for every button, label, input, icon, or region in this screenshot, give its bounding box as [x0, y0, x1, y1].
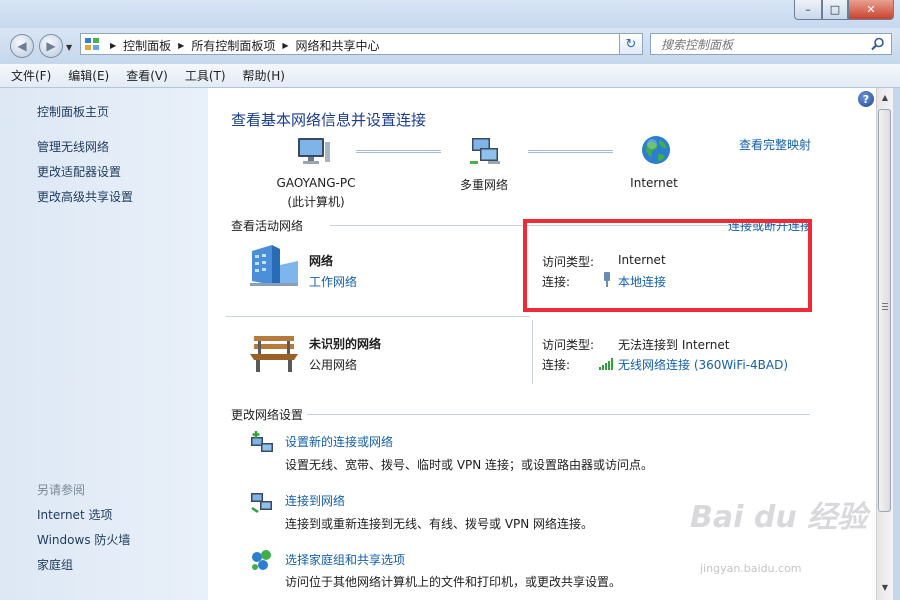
section-divider: [307, 414, 810, 415]
forward-arrow-icon: ▶: [46, 39, 56, 53]
multiple-networks-label: 多重网络: [459, 178, 508, 192]
refresh-icon: ↻: [625, 36, 637, 52]
watermark-url: jingyan.baidu.com: [700, 562, 802, 575]
search-icon[interactable]: [871, 37, 885, 51]
map-connector: [356, 150, 441, 153]
network-vertical-divider: [532, 320, 533, 384]
page-title: 查看基本网络信息并设置连接: [231, 111, 427, 129]
scroll-down-button[interactable]: ▼: [877, 580, 893, 594]
network-divider: [226, 316, 530, 317]
scroll-up-button[interactable]: ▲: [877, 90, 893, 104]
sidebar-item-firewall[interactable]: Windows 防火墙: [37, 531, 130, 548]
sidebar-item-internet-options[interactable]: Internet 选项: [37, 506, 112, 523]
internet-globe-icon: [642, 136, 670, 164]
connect-to-network-desc: 连接到或重新连接到无线、有线、拨号或 VPN 网络连接。: [285, 517, 594, 531]
help-icon: ?: [862, 92, 870, 106]
active-networks-heading: 查看活动网络: [231, 219, 304, 233]
public-network-bench-icon: [250, 336, 298, 372]
setup-new-connection-desc: 设置无线、宽带、拨号、临时或 VPN 连接；或设置路由器或访问点。: [285, 458, 654, 472]
breadcrumb: ▶ 控制面板 ▶ 所有控制面板项 ▶ 网络和共享中心: [103, 37, 380, 54]
wireless-connection-link[interactable]: 无线网络连接 (360WiFi-4BAD): [618, 356, 788, 373]
setup-new-connection-link[interactable]: 设置新的连接或网络: [285, 433, 393, 450]
breadcrumb-separator[interactable]: ▶: [178, 41, 184, 50]
menu-tools[interactable]: 工具(T): [185, 67, 226, 84]
network1-name: 网络: [309, 254, 334, 268]
map-connector: [528, 150, 613, 153]
navigation-bar: ◀ ▶ ▼ ▶ 控制面板 ▶ 所有控制面板项 ▶ 网络和共享中心 ▼ ↻: [0, 28, 900, 64]
change-settings-heading: 更改网络设置: [231, 408, 304, 422]
back-arrow-icon: ◀: [17, 39, 27, 53]
menu-file[interactable]: 文件(F): [11, 67, 51, 84]
homegroup-sharing-desc: 访问位于其他网络计算机上的文件和打印机，或更改共享设置。: [285, 575, 622, 589]
maximize-button[interactable]: □: [822, 0, 848, 20]
window-frame: [893, 88, 900, 600]
help-button[interactable]: ?: [858, 91, 874, 107]
recent-pages-dropdown[interactable]: ▼: [66, 43, 72, 52]
computer-label: GAOYANG-PC (此计算机): [266, 176, 366, 210]
menu-view[interactable]: 查看(V): [126, 67, 168, 84]
work-network-icon: [250, 245, 298, 286]
computer-icon: [298, 138, 330, 164]
baidu-watermark: Bai du 经验: [690, 500, 868, 535]
menu-help[interactable]: 帮助(H): [243, 67, 285, 84]
control-panel-icon: [85, 38, 99, 50]
network2-access-label: 访问类型:: [542, 338, 595, 352]
scroll-grip: [882, 306, 888, 307]
breadcrumb-control-panel[interactable]: 控制面板: [123, 37, 171, 54]
network2-type: 公用网络: [309, 358, 358, 372]
sidebar-item-home[interactable]: 控制面板主页: [37, 103, 109, 120]
title-bar: – □ ✕: [0, 0, 900, 28]
homegroup-sharing-link[interactable]: 选择家庭组和共享选项: [285, 551, 405, 568]
wireless-signal-icon: [599, 358, 613, 370]
view-full-map-link[interactable]: 查看完整映射: [739, 136, 811, 153]
scroll-grip: [882, 309, 888, 310]
see-also-heading: 另请参阅: [37, 483, 86, 497]
refresh-button[interactable]: ↻: [619, 33, 643, 55]
computer-sub-label: (此计算机): [287, 195, 345, 209]
search-input[interactable]: [659, 35, 863, 55]
connect-to-network-link[interactable]: 连接到网络: [285, 492, 345, 509]
minimize-button[interactable]: –: [794, 0, 822, 20]
sidebar-item-homegroup[interactable]: 家庭组: [37, 556, 73, 573]
sidebar: 控制面板主页 管理无线网络 更改适配器设置 更改高级共享设置 另请参阅 Inte…: [0, 88, 208, 600]
breadcrumb-network-center[interactable]: 网络和共享中心: [296, 37, 380, 54]
multiple-networks-icon: [470, 138, 500, 164]
window-controls: – □ ✕: [794, 0, 894, 20]
computer-name: GAOYANG-PC: [276, 176, 356, 190]
breadcrumb-separator[interactable]: ▶: [282, 41, 288, 50]
menu-bar: 文件(F) 编辑(E) 查看(V) 工具(T) 帮助(H): [0, 64, 900, 88]
breadcrumb-separator[interactable]: ▶: [110, 41, 116, 50]
network2-name: 未识别的网络: [309, 337, 382, 351]
vertical-scrollbar[interactable]: ▲ ▼: [876, 88, 893, 600]
network2-access-value: 无法连接到 Internet: [618, 338, 730, 352]
forward-button[interactable]: ▶: [39, 34, 63, 58]
scroll-grip: [882, 303, 888, 304]
scroll-thumb[interactable]: [878, 109, 891, 512]
new-connection-icon: [251, 431, 273, 452]
address-bar[interactable]: ▶ 控制面板 ▶ 所有控制面板项 ▶ 网络和共享中心 ▼: [80, 33, 642, 55]
highlight-annotation-box: [523, 219, 812, 312]
sidebar-item-manage-wireless[interactable]: 管理无线网络: [37, 138, 109, 155]
search-box[interactable]: [650, 33, 892, 55]
back-button[interactable]: ◀: [10, 34, 34, 58]
menu-edit[interactable]: 编辑(E): [68, 67, 109, 84]
internet-label: Internet: [630, 176, 678, 190]
network2-connection-label: 连接:: [542, 358, 571, 372]
network1-type-link[interactable]: 工作网络: [309, 273, 357, 290]
breadcrumb-all-items[interactable]: 所有控制面板项: [191, 37, 275, 54]
sidebar-item-advanced-sharing[interactable]: 更改高级共享设置: [37, 188, 133, 205]
homegroup-icon: [252, 550, 271, 570]
sidebar-item-adapter-settings[interactable]: 更改适配器设置: [37, 163, 121, 180]
close-button[interactable]: ✕: [848, 0, 894, 20]
connect-network-icon: [251, 493, 272, 514]
